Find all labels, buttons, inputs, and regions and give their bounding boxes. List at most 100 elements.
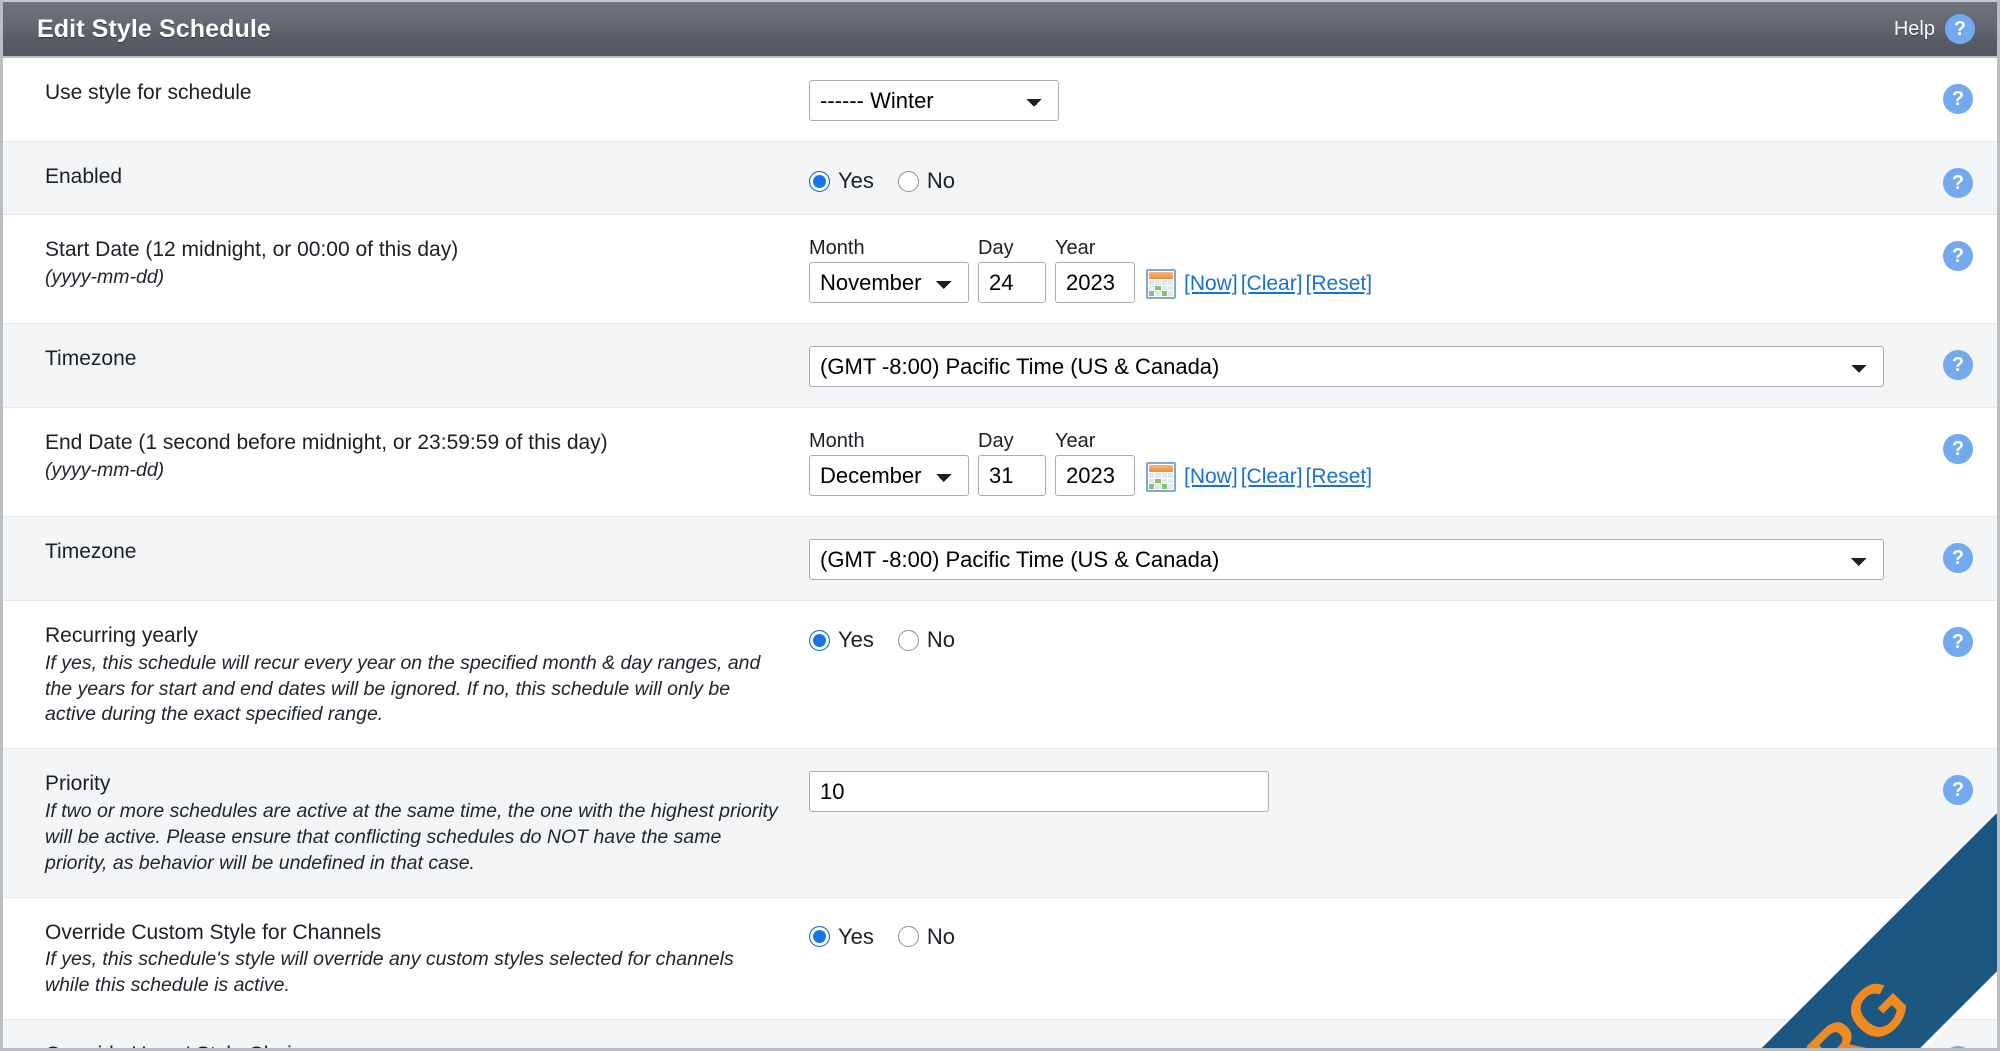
row-use-style-label-cell: Use style for schedule <box>3 58 809 126</box>
override-channels-radio-yes[interactable]: Yes <box>809 924 874 950</box>
start-date-now-link[interactable]: [Now] <box>1184 272 1238 296</box>
row-help-icon[interactable]: ? <box>1943 775 1973 806</box>
override-users-no-label: No <box>927 1046 955 1048</box>
row-use-style-control-cell: ------ Winter <box>809 58 1919 141</box>
row-use-style: Use style for schedule ------ Winter ? <box>3 58 1997 142</box>
end-date-now-link[interactable]: [Now] <box>1184 465 1238 489</box>
row-end-timezone-help-cell: ? <box>1919 517 1997 573</box>
row-enabled: Enabled Yes No ? <box>3 142 1997 215</box>
row-help-icon[interactable]: ? <box>1943 923 1973 954</box>
end-timezone-label: Timezone <box>45 540 137 563</box>
end-date-year-col: Year <box>1055 430 1135 496</box>
row-override-channels-control-cell: Yes No <box>809 898 1919 970</box>
row-override-channels-label-cell: Override Custom Style for Channels If ye… <box>3 898 809 1019</box>
override-users-radio-yes[interactable]: Yes <box>809 1046 874 1048</box>
row-help-icon[interactable]: ? <box>1943 1046 1973 1048</box>
row-end-date-label-cell: End Date (1 second before midnight, or 2… <box>3 408 809 504</box>
row-override-channels-help-cell: ? <box>1919 898 1997 954</box>
start-date-desc: (yyyy-mm-dd) <box>45 265 165 288</box>
end-date-month-select[interactable]: December <box>809 455 969 496</box>
override-channels-radio-no[interactable]: No <box>897 923 956 950</box>
end-date-clear-link[interactable]: [Clear] <box>1241 465 1303 489</box>
recurring-radio-no[interactable]: No <box>897 627 955 653</box>
end-date-year-input[interactable] <box>1055 455 1135 496</box>
row-override-users-help-cell: ? <box>1919 1020 1997 1048</box>
radio-indicator[interactable] <box>897 926 919 948</box>
end-date-month-col: Month December <box>809 430 969 496</box>
override-channels-no-label: No <box>926 923 956 949</box>
override-users-radio-no[interactable]: No <box>898 1046 955 1048</box>
end-date-day-col: Day <box>978 430 1046 496</box>
calendar-icon[interactable] <box>1146 462 1176 492</box>
radio-indicator-checked[interactable] <box>809 629 830 651</box>
override-channels-desc: If yes, this schedule's style will overr… <box>45 948 734 997</box>
start-date-month-col: Month November <box>809 237 969 303</box>
override-channels-label: Override Custom Style for Channels <box>45 920 382 944</box>
row-help-icon[interactable]: ? <box>1943 627 1973 657</box>
help-icon[interactable]: ? <box>1945 14 1975 44</box>
row-override-users: Override Users' Style Choice If yes, thi… <box>3 1020 1997 1048</box>
override-users-yes-label: Yes <box>838 1046 874 1048</box>
end-date-desc: (yyyy-mm-dd) <box>45 458 165 481</box>
row-start-date-control-cell: Month November Day Year <box>809 215 1919 323</box>
row-end-date-control-cell: Month December Day Year <box>809 408 1919 516</box>
row-enabled-help-cell: ? <box>1919 142 1997 198</box>
start-date-clear-link[interactable]: [Clear] <box>1241 272 1303 296</box>
titlebar-help-group: Help ? <box>1894 14 1975 44</box>
start-date-month-select[interactable]: November <box>809 262 969 303</box>
end-timezone-select[interactable]: (GMT -8:00) Pacific Time (US & Canada) <box>809 539 1884 580</box>
end-date-links: [Now] [Clear] [Reset] <box>1184 465 1372 496</box>
row-end-timezone-control-cell: (GMT -8:00) Pacific Time (US & Canada) <box>809 517 1919 600</box>
row-override-users-control-cell: Yes No <box>809 1020 1919 1048</box>
row-enabled-control-cell: Yes No <box>809 142 1919 214</box>
recurring-radio-yes[interactable]: Yes <box>809 627 874 653</box>
override-channels-yes-label: Yes <box>838 923 874 949</box>
enabled-radio-no[interactable]: No <box>897 168 956 194</box>
row-end-timezone: Timezone (GMT -8:00) Pacific Time (US & … <box>3 517 1997 601</box>
use-style-select[interactable]: ------ Winter <box>809 80 1059 121</box>
row-override-channels: Override Custom Style for Channels If ye… <box>3 897 1997 1021</box>
enabled-no-label: No <box>926 168 956 193</box>
row-start-date: Start Date (12 midnight, or 00:00 of thi… <box>3 215 1997 324</box>
end-date-day-caption: Day <box>978 430 1014 452</box>
row-start-timezone-label-cell: Timezone <box>3 324 809 392</box>
override-channels-radio-group: Yes No <box>809 920 1919 950</box>
radio-indicator-checked[interactable] <box>809 170 830 192</box>
end-date-day-input[interactable] <box>978 455 1046 496</box>
row-help-icon[interactable]: ? <box>1943 350 1973 380</box>
end-date-month-caption: Month <box>809 430 865 452</box>
start-date-day-col: Day <box>978 237 1046 303</box>
row-start-timezone-control-cell: (GMT -8:00) Pacific Time (US & Canada) <box>809 324 1919 407</box>
row-help-icon[interactable]: ? <box>1943 543 1973 573</box>
row-help-icon[interactable]: ? <box>1943 84 1973 114</box>
start-date-day-input[interactable] <box>978 262 1046 303</box>
edit-style-schedule-window: Edit Style Schedule Help ? Use style for… <box>0 0 2000 1051</box>
radio-indicator-checked[interactable] <box>809 926 830 948</box>
row-help-icon[interactable]: ? <box>1943 168 1973 198</box>
end-date-year-caption: Year <box>1055 430 1096 452</box>
start-date-year-input[interactable] <box>1055 262 1135 303</box>
enabled-yes-label: Yes <box>838 168 874 193</box>
radio-indicator[interactable] <box>897 629 919 651</box>
enabled-radio-yes[interactable]: Yes <box>809 168 874 194</box>
row-override-users-label-cell: Override Users' Style Choice If yes, thi… <box>3 1020 809 1048</box>
start-timezone-select[interactable]: (GMT -8:00) Pacific Time (US & Canada) <box>809 346 1884 387</box>
radio-indicator[interactable] <box>897 170 919 192</box>
row-end-date: End Date (1 second before midnight, or 2… <box>3 408 1997 517</box>
row-help-icon[interactable]: ? <box>1943 434 1973 464</box>
calendar-icon[interactable] <box>1146 269 1176 299</box>
start-date-month-caption: Month <box>809 237 865 259</box>
row-end-timezone-label-cell: Timezone <box>3 517 809 585</box>
use-style-label: Use style for schedule <box>45 81 252 104</box>
end-date-reset-link[interactable]: [Reset] <box>1306 465 1373 489</box>
row-start-date-help-cell: ? <box>1919 215 1997 271</box>
priority-label: Priority <box>45 772 111 796</box>
start-date-reset-link[interactable]: [Reset] <box>1306 272 1373 296</box>
start-date-fields: Month November Day Year <box>809 237 1919 303</box>
end-date-fields: Month December Day Year <box>809 430 1919 496</box>
priority-input[interactable] <box>809 771 1269 813</box>
calendar-icon-header <box>1149 465 1173 472</box>
row-end-date-help-cell: ? <box>1919 408 1997 464</box>
row-help-icon[interactable]: ? <box>1943 241 1973 271</box>
recurring-radio-group: Yes No <box>809 623 1919 653</box>
